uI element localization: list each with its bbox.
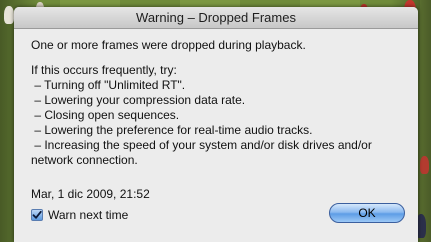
help-line: If this occurs frequently, try: (31, 63, 177, 77)
background-player (420, 156, 429, 174)
dialog-titlebar[interactable]: Warning – Dropped Frames (14, 7, 418, 29)
help-line: – Lowering the preference for real-time … (31, 123, 313, 137)
help-line: – Increasing the speed of your system an… (31, 138, 372, 152)
warn-next-time-checkbox[interactable] (31, 209, 43, 221)
help-line: – Turning off "Unlimited RT". (31, 78, 186, 92)
dialog-message: One or more frames were dropped during p… (31, 38, 306, 52)
help-line: network connection. (31, 153, 138, 167)
dialog-title: Warning – Dropped Frames (136, 10, 296, 25)
help-line: – Closing open sequences. (31, 108, 180, 122)
warn-next-time-label: Warn next time (48, 208, 129, 222)
background-player (4, 6, 14, 24)
checkmark-icon (32, 210, 42, 219)
timestamp: Mar, 1 dic 2009, 21:52 (31, 187, 150, 201)
warn-next-time-checkbox-row[interactable]: Warn next time (31, 207, 128, 223)
help-text: If this occurs frequently, try: – Turnin… (31, 63, 416, 168)
warning-dialog: Warning – Dropped Frames One or more fra… (14, 7, 418, 242)
help-line: – Lowering your compression data rate. (31, 93, 246, 107)
dialog-content: One or more frames were dropped during p… (31, 38, 416, 168)
ok-button[interactable]: OK (329, 203, 405, 223)
